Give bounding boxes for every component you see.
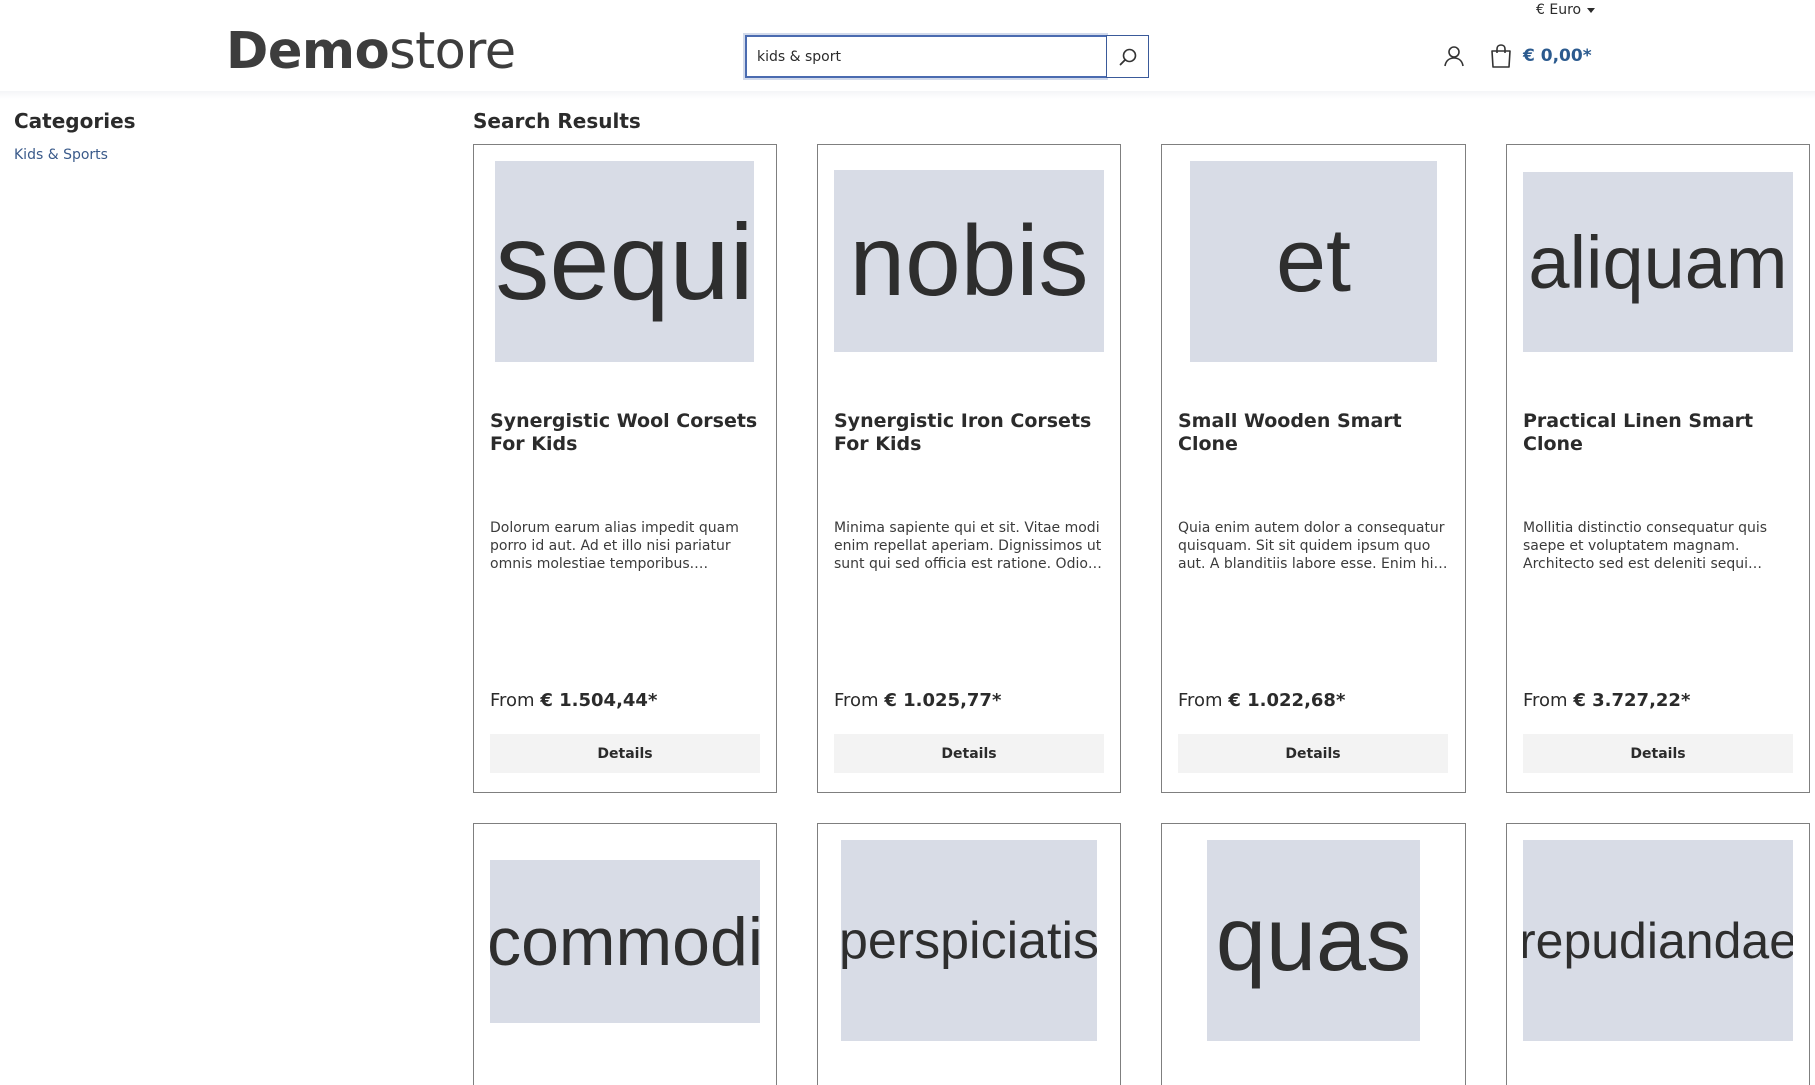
product-image-text: perspiciatis	[841, 911, 1097, 970]
category-link-kids-sports[interactable]: Kids & Sports	[14, 147, 108, 163]
product-description: Minima sapiente qui et sit. Vitae modi e…	[834, 520, 1102, 572]
product-card[interactable]: et Small Wooden Smart Clone Quia enim au…	[1161, 144, 1466, 793]
product-card[interactable]: perspiciatis	[817, 823, 1121, 1085]
product-name[interactable]: Synergistic Iron Corsets For Kids	[834, 410, 1104, 456]
product-card[interactable]: sequi Synergistic Wool Corsets For Kids …	[473, 144, 777, 793]
price-prefix: From	[490, 690, 535, 711]
shopping-bag-icon	[1491, 44, 1511, 68]
price-prefix: From	[834, 690, 879, 711]
product-price: From € 1.022,68*	[1178, 690, 1345, 711]
product-price: From € 1.504,44*	[490, 690, 657, 711]
categories-heading: Categories	[14, 109, 136, 133]
product-card[interactable]: quas	[1161, 823, 1466, 1085]
logo-light-text: store	[389, 22, 516, 81]
logo-bold-text: Demo	[226, 22, 390, 81]
price-prefix: From	[1523, 690, 1568, 711]
product-price: From € 3.727,22*	[1523, 690, 1690, 711]
product-name[interactable]: Practical Linen Smart Clone	[1523, 410, 1793, 456]
caret-down-icon	[1587, 8, 1596, 13]
product-image-text: repudiandae	[1523, 912, 1793, 969]
search-input[interactable]	[745, 35, 1106, 78]
store-logo[interactable]: Demostore	[226, 22, 516, 82]
product-image-text: nobis	[849, 204, 1089, 317]
search-button[interactable]	[1106, 35, 1149, 78]
product-image[interactable]: quas	[1207, 840, 1420, 1041]
product-card[interactable]: commodi	[473, 823, 777, 1085]
currency-dropdown[interactable]: € Euro	[1536, 0, 1596, 20]
user-icon	[1444, 46, 1464, 67]
price-prefix: From	[1178, 690, 1223, 711]
search-icon	[1119, 48, 1136, 65]
cart-button[interactable]	[1488, 43, 1514, 69]
price-amount: € 1.022,68*	[1228, 690, 1346, 711]
product-image-text: quas	[1215, 890, 1412, 990]
currency-label: € Euro	[1536, 2, 1582, 18]
details-button[interactable]: Details	[834, 734, 1104, 773]
product-card[interactable]: aliquam Practical Linen Smart Clone Moll…	[1506, 144, 1810, 793]
product-description: Mollitia distinctio consequatur quis sae…	[1523, 520, 1768, 572]
product-description: Quia enim autem dolor a consequatur quis…	[1178, 520, 1445, 572]
header-divider	[0, 91, 1815, 99]
product-image-text: et	[1275, 211, 1352, 311]
details-button[interactable]: Details	[1178, 734, 1448, 773]
product-image-text: commodi	[490, 903, 760, 980]
search-bar	[745, 35, 1149, 78]
product-name[interactable]: Small Wooden Smart Clone	[1178, 410, 1448, 456]
price-amount: € 1.025,77*	[884, 690, 1002, 711]
product-name[interactable]: Synergistic Wool Corsets For Kids	[490, 410, 760, 456]
product-card[interactable]: repudiandae	[1506, 823, 1810, 1085]
search-results-heading: Search Results	[473, 109, 641, 133]
price-amount: € 1.504,44*	[540, 690, 658, 711]
product-image[interactable]: nobis	[834, 170, 1104, 352]
product-image[interactable]: commodi	[490, 860, 760, 1023]
details-button[interactable]: Details	[1523, 734, 1793, 773]
product-image[interactable]: sequi	[495, 161, 754, 362]
product-image-text: sequi	[495, 201, 754, 322]
account-button[interactable]	[1442, 44, 1466, 68]
product-image[interactable]: aliquam	[1523, 172, 1793, 352]
price-amount: € 3.727,22*	[1573, 690, 1691, 711]
product-price: From € 1.025,77*	[834, 690, 1001, 711]
product-image[interactable]: perspiciatis	[841, 840, 1097, 1041]
product-card[interactable]: nobis Synergistic Iron Corsets For Kids …	[817, 144, 1121, 793]
product-image[interactable]: repudiandae	[1523, 840, 1793, 1041]
details-button[interactable]: Details	[490, 734, 760, 773]
product-image-text: aliquam	[1528, 220, 1788, 304]
product-description: Dolorum earum alias impedit quam porro i…	[490, 520, 739, 572]
product-image[interactable]: et	[1190, 161, 1437, 362]
cart-total[interactable]: € 0,00*	[1523, 46, 1592, 66]
